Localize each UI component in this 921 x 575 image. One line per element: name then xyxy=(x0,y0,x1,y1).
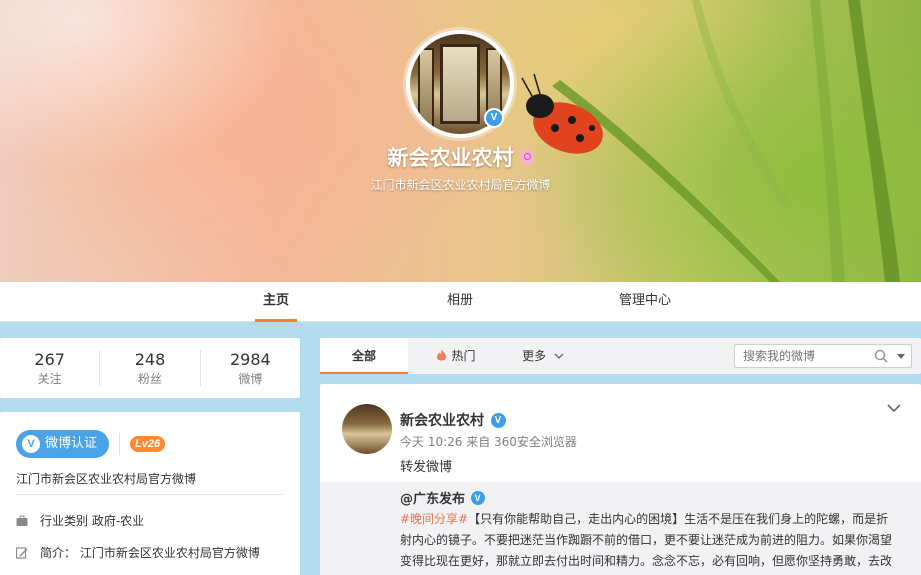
verified-icon: V xyxy=(470,490,485,505)
repost-text-block: #晚间分享#【只有你能帮助自己，走出内心的困境】生活不是压在我们身上的陀螺，而是… xyxy=(400,509,900,572)
repost-author[interactable]: @广东发布 xyxy=(400,488,465,507)
industry-row: 行业类别 政府-农业 xyxy=(16,512,144,529)
hashtag-link[interactable]: #晚间分享# xyxy=(400,512,468,526)
tab-home[interactable]: 主页 xyxy=(255,282,297,322)
profile-avatar[interactable]: V xyxy=(406,30,514,138)
repost-text: 【只有你能帮助自己，走出内心的困境】生活不是压在我们身上的陀螺，而是折射内心的镜… xyxy=(400,512,893,568)
verified-icon: V xyxy=(484,108,504,128)
industry-label: 行业类别 xyxy=(40,514,89,528)
intro-value: 江门市新会区农业农村局官方微博 xyxy=(79,546,260,560)
feed-tabs: 全部 热门 更多 xyxy=(320,338,921,374)
flame-icon xyxy=(437,349,447,361)
profile-name-row: 新会农业农村 xyxy=(0,142,921,172)
reposted-content: @广东发布 V #晚间分享#【只有你能帮助自己，走出内心的困境】生活不是压在我们… xyxy=(320,482,921,575)
profile-nav: 主页 相册 管理中心 xyxy=(0,282,921,322)
briefcase-icon xyxy=(16,515,28,526)
tab-manage-center[interactable]: 管理中心 xyxy=(610,282,680,322)
post-author-row: 新会农业农村 V xyxy=(400,410,506,430)
verified-icon: V xyxy=(22,435,40,453)
search-input[interactable] xyxy=(735,345,865,367)
stat-following[interactable]: 267 关注 xyxy=(0,350,101,386)
verify-label: 微博认证 xyxy=(45,436,98,451)
post-menu-chevron-icon[interactable] xyxy=(887,404,901,413)
stat-value: 248 xyxy=(134,350,166,369)
post-meta: 今天 10:26 来自 360安全浏览器 xyxy=(400,435,577,449)
edit-icon xyxy=(16,546,28,559)
profile-name[interactable]: 新会农业农村 xyxy=(388,146,514,170)
feed-tab-hot[interactable]: 热门 xyxy=(428,338,484,374)
feed-tab-more-label: 更多 xyxy=(522,349,547,363)
stat-followers[interactable]: 248 粉丝 xyxy=(100,350,201,386)
stats-card: 267 关注 248 粉丝 2984 微博 xyxy=(0,338,300,398)
feed-post: 新会农业农村 V 今天 10:26 来自 360安全浏览器 转发微博 @广东发布… xyxy=(320,384,921,575)
stat-value: 267 xyxy=(34,350,65,369)
feed-tab-all[interactable]: 全部 xyxy=(320,338,408,374)
divider xyxy=(119,433,121,455)
stat-label: 关注 xyxy=(37,372,62,386)
industry-value[interactable]: 政府-农业 xyxy=(92,512,144,529)
level-badge[interactable]: Lv26 xyxy=(130,436,166,452)
caret-down-icon[interactable] xyxy=(897,354,905,359)
intro-row: 简介： 江门市新会区农业农村局官方微博 xyxy=(16,544,260,561)
cover-banner: V 新会农业农村 江门市新会区农业农村局官方微博 xyxy=(0,0,921,282)
badge-row: V 微博认证 Lv26 xyxy=(16,430,166,458)
repost-author-row: @广东发布 V xyxy=(400,488,485,507)
divider xyxy=(16,494,284,495)
stat-label: 粉丝 xyxy=(137,372,162,386)
profile-description: 江门市新会区农业农村局官方微博 xyxy=(370,178,551,192)
verified-icon: V xyxy=(490,412,506,428)
post-author-name[interactable]: 新会农业农村 xyxy=(400,410,484,430)
search-icon[interactable] xyxy=(874,349,888,363)
intro-label: 简介： xyxy=(40,546,77,560)
female-gender-icon xyxy=(519,150,534,164)
profile-info-card: V 微博认证 Lv26 江门市新会区农业农村局官方微博 行业类别 政府-农业 简… xyxy=(0,412,300,575)
chevron-down-icon xyxy=(554,353,564,359)
post-text: 转发微博 xyxy=(400,460,453,475)
stat-posts[interactable]: 2984 微博 xyxy=(201,350,300,386)
tab-album[interactable]: 相册 xyxy=(438,282,482,322)
search-box xyxy=(734,344,912,368)
post-author-avatar[interactable] xyxy=(342,404,392,454)
verified-description: 江门市新会区农业农村局官方微博 xyxy=(16,472,197,486)
stat-value: 2984 xyxy=(229,350,271,369)
weibo-verify-button[interactable]: V 微博认证 xyxy=(16,430,110,458)
feed-tab-more[interactable]: 更多 xyxy=(518,338,568,374)
feed-tab-hot-label: 热门 xyxy=(451,349,476,363)
stat-label: 微博 xyxy=(238,372,263,386)
